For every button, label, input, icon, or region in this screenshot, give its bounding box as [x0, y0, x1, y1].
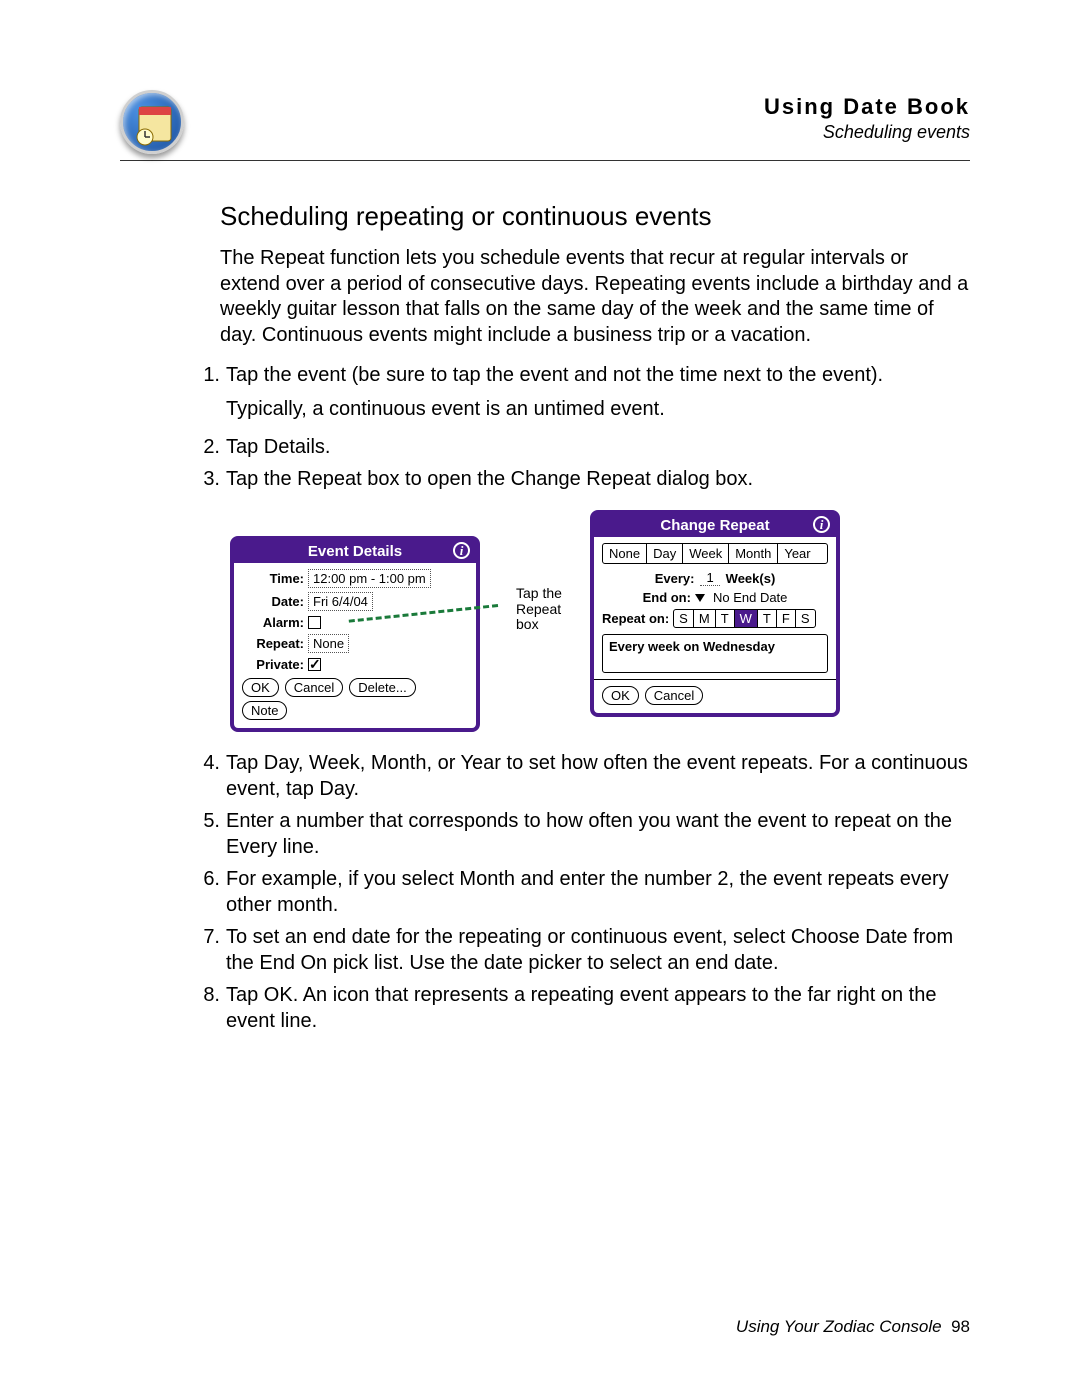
info-icon[interactable]: i: [453, 542, 470, 559]
step-1-note: Typically, a continuous event is an unti…: [226, 396, 970, 422]
day-sun[interactable]: S: [674, 610, 694, 627]
step-5: Enter a number that corresponds to how o…: [226, 808, 970, 860]
time-label: Time:: [242, 571, 304, 586]
footer-book: Using Your Zodiac Console: [736, 1317, 942, 1336]
day-tue[interactable]: T: [716, 610, 735, 627]
end-on-value[interactable]: No End Date: [713, 590, 787, 605]
repeat-on-label: Repeat on:: [602, 611, 669, 626]
cancel-button[interactable]: Cancel: [285, 678, 343, 697]
repeat-tabs[interactable]: None Day Week Month Year: [602, 543, 828, 564]
ok-button[interactable]: OK: [242, 678, 279, 697]
end-on-label: End on:: [643, 590, 691, 605]
day-mon[interactable]: M: [694, 610, 716, 627]
every-label: Every:: [655, 571, 695, 586]
alarm-label: Alarm:: [242, 615, 304, 630]
note-button[interactable]: Note: [242, 701, 287, 720]
alarm-checkbox[interactable]: [308, 616, 321, 629]
change-repeat-window: Change Repeat i None Day Week Month Year…: [590, 510, 840, 717]
intro-paragraph: The Repeat function lets you schedule ev…: [220, 246, 970, 348]
step-1: Tap the event (be sure to tap the event …: [226, 364, 883, 386]
event-details-title: Event Details: [308, 543, 402, 560]
step-3: Tap the Repeat box to open the Change Re…: [226, 466, 970, 492]
private-label: Private:: [242, 657, 304, 672]
page-header: Using Date Book Scheduling events: [120, 90, 970, 161]
cr-cancel-button[interactable]: Cancel: [645, 686, 703, 705]
page-heading: Scheduling repeating or continuous event…: [220, 201, 970, 232]
tab-none[interactable]: None: [603, 544, 647, 563]
change-repeat-title: Change Repeat: [660, 517, 769, 534]
tab-year[interactable]: Year: [778, 544, 816, 563]
tab-month[interactable]: Month: [729, 544, 778, 563]
chapter-title: Using Date Book: [204, 94, 970, 120]
info-icon[interactable]: i: [813, 516, 830, 533]
divider: [594, 679, 836, 680]
day-fri[interactable]: F: [777, 610, 796, 627]
event-details-window: Event Details i Time: 12:00 pm - 1:00 pm…: [230, 536, 480, 732]
tab-day[interactable]: Day: [647, 544, 683, 563]
callout-text: Tap the Repeat box: [516, 586, 572, 632]
day-sat[interactable]: S: [796, 610, 815, 627]
repeat-label: Repeat:: [242, 636, 304, 651]
page-footer: Using Your Zodiac Console 98: [736, 1317, 970, 1337]
step-4: Tap Day, Week, Month, or Year to set how…: [226, 750, 970, 802]
page-number: 98: [951, 1317, 970, 1336]
day-thu[interactable]: T: [758, 610, 777, 627]
delete-button[interactable]: Delete...: [349, 678, 415, 697]
datebook-icon: [120, 90, 184, 154]
dropdown-icon[interactable]: [695, 594, 705, 602]
section-subtitle: Scheduling events: [204, 122, 970, 143]
cr-ok-button[interactable]: OK: [602, 686, 639, 705]
date-label: Date:: [242, 594, 304, 609]
step-6: For example, if you select Month and ent…: [226, 866, 970, 918]
step-7: To set an end date for the repeating or …: [226, 924, 970, 976]
tab-week[interactable]: Week: [683, 544, 729, 563]
step-8: Tap OK. An icon that represents a repeat…: [226, 982, 970, 1034]
private-checkbox[interactable]: [308, 658, 321, 671]
every-input[interactable]: 1: [700, 570, 719, 586]
date-field[interactable]: Fri 6/4/04: [308, 592, 373, 611]
time-field[interactable]: 12:00 pm - 1:00 pm: [308, 569, 431, 588]
repeat-summary: Every week on Wednesday: [602, 634, 828, 673]
day-wed[interactable]: W: [735, 610, 758, 627]
every-unit: Week(s): [726, 571, 776, 586]
repeat-field[interactable]: None: [308, 634, 349, 653]
day-selector[interactable]: S M T W T F S: [673, 609, 815, 628]
figure: Event Details i Time: 12:00 pm - 1:00 pm…: [230, 510, 970, 732]
step-2: Tap Details.: [226, 434, 970, 460]
